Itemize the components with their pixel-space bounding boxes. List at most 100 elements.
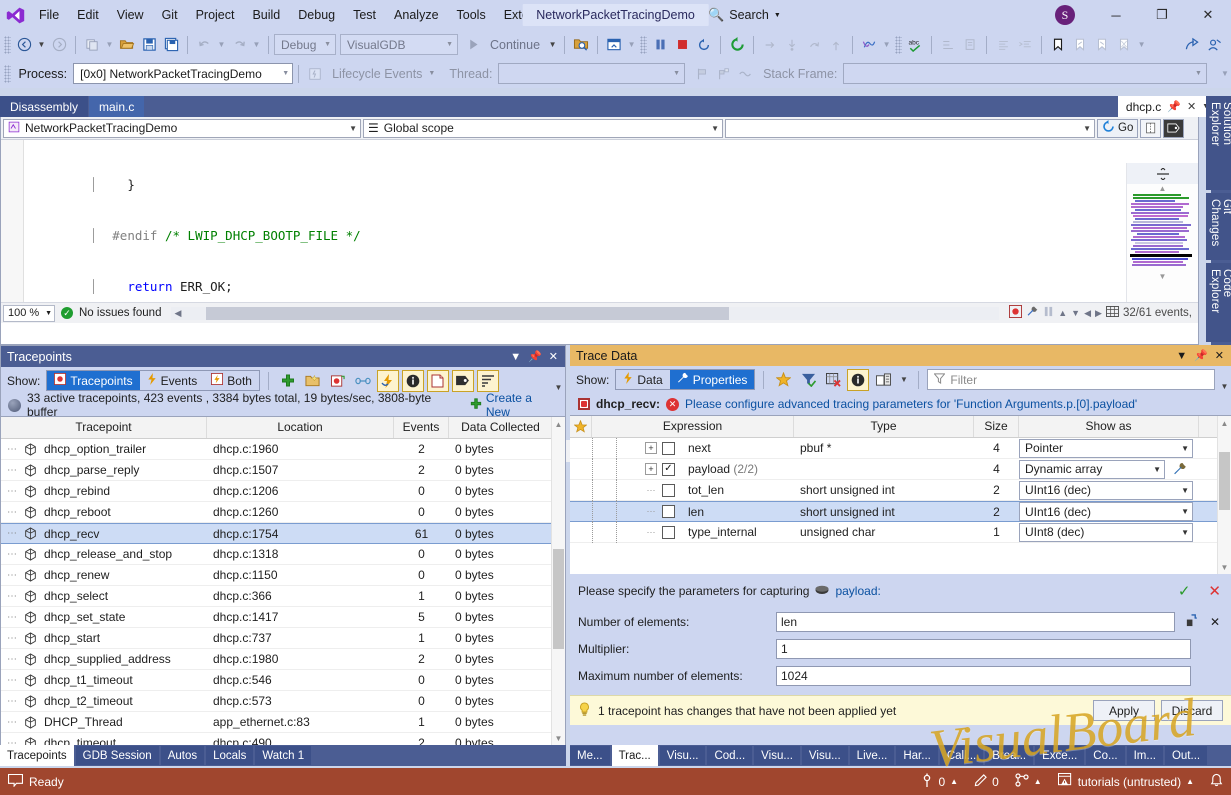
bottom-tab-cod[interactable]: Cod... [707,746,753,765]
bottom-tab-visu[interactable]: Visu... [659,746,706,765]
break-all-icon[interactable] [649,34,671,56]
branch-selector[interactable]: ▲ [1015,773,1042,790]
dock-tab-code-explorer[interactable]: Code Explorer [1206,262,1231,342]
align-left-icon[interactable] [992,34,1014,56]
undo-dropdown-icon[interactable]: ▼ [215,40,228,49]
bottom-tab-visu[interactable]: Visu... [754,746,800,765]
column-header-size[interactable]: Size [974,416,1019,437]
clear-field-icon[interactable]: ✕ [1207,615,1223,629]
navigate-back-button[interactable] [13,34,35,56]
bottom-tab-brea[interactable]: Brea... [985,746,1034,765]
member-scope-dropdown[interactable]: ☰ Global scope ▼ [363,118,723,138]
clear-bookmarks-icon[interactable] [1113,34,1135,56]
comment-dropdown-icon[interactable]: ▼ [880,40,893,49]
close-icon[interactable]: ✕ [1215,349,1224,362]
column-header-data-collected[interactable]: Data Collected [449,417,553,438]
lifecycle-events-label[interactable]: Lifecycle Events [326,67,428,81]
menu-edit[interactable]: Edit [68,0,108,30]
trace-info-icon[interactable] [847,368,870,391]
segment-both[interactable]: Both [204,371,259,390]
toolbar-overflow-icon[interactable]: ▼ [1218,382,1231,393]
tracepoint-label-icon[interactable] [451,369,474,392]
toolbar-grip-2[interactable] [640,35,648,54]
table-row[interactable]: ⋯ dhcp_renew dhcp.c:1150 0 0 bytes [1,565,565,586]
step-over-icon[interactable] [759,34,781,56]
bottom-tab-call[interactable]: Call... [939,746,984,765]
search-button[interactable]: 🔍 Search ▼ [700,4,789,26]
tracepoint-active-icon[interactable] [1009,305,1023,321]
bottom-tab-exce[interactable]: Exce... [1035,746,1085,765]
pin-icon[interactable]: 📌 [1194,349,1208,362]
pause-trace-icon[interactable] [1043,306,1054,320]
trace-data-scrollbar[interactable]: ▲ ▼ [1217,416,1231,574]
project-scope-dropdown[interactable]: NetworkPacketTracingDemo ▼ [3,118,361,138]
doc-tab-main-c[interactable]: main.c [89,96,145,117]
bottom-tab-me[interactable]: Me... [570,746,610,765]
thread-combo[interactable]: ▼ [498,63,686,84]
lifecycle-events-icon[interactable] [304,63,326,85]
trace-grid-icon[interactable] [1106,306,1119,320]
trace-filter-input[interactable]: Filter [927,369,1215,390]
bottom-tab-live[interactable]: Live... [849,746,895,765]
scroll-down-icon[interactable]: ▼ [1218,560,1231,574]
close-button[interactable]: ✕ [1185,0,1231,30]
column-header-expression[interactable]: Expression [592,416,794,437]
lifecycle-dropdown-icon[interactable]: ▼ [428,70,435,77]
add-tracepoint-icon[interactable] [277,370,299,392]
insert-expression-icon[interactable] [1183,613,1199,630]
share-icon[interactable] [1181,34,1203,56]
close-icon[interactable]: ✕ [549,350,558,363]
navigate-back-dropdown-icon[interactable]: ▼ [35,40,48,49]
overflow-icon[interactable]: ▼ [1219,69,1231,78]
notifications-button[interactable] [1210,773,1223,791]
table-row[interactable]: ⋯ dhcp_start dhcp.c:737 1 0 bytes [1,628,565,649]
table-row[interactable]: + ✓ payload (2/2) 4 Dynamic array ▼ [570,458,1231,480]
menu-project[interactable]: Project [187,0,244,30]
bottom-tab-tracepoints[interactable]: Tracepoints [0,745,74,766]
bottom-tab-gdb-session[interactable]: GDB Session [75,746,159,765]
column-header-location[interactable]: Location [207,417,394,438]
trace-columns-dropdown-icon[interactable]: ▼ [897,375,910,384]
undo-icon[interactable] [193,34,215,56]
column-header-type[interactable]: Type [794,416,974,437]
configure-trace-icon[interactable] [1026,305,1039,321]
trace-next-icon[interactable]: ▶ [1095,308,1102,319]
bottom-tab-har[interactable]: Har... [896,746,938,765]
menu-analyze[interactable]: Analyze [385,0,447,30]
code-surface[interactable]: │ } │ #endif /* LWIP_DHCP_BOOTP_FILE */ … [1,140,1198,323]
trace-error-message[interactable]: Please configure advanced tracing parame… [685,397,1137,411]
minimize-button[interactable]: ─ [1093,0,1139,30]
show-as-dropdown[interactable]: Dynamic array ▼ [1019,459,1165,479]
toolbar-grip-3[interactable] [895,35,903,54]
process-combo[interactable]: [0x0] NetworkPacketTracingDemo ▼ [73,63,294,84]
bottom-tab-trac[interactable]: Trac... [611,745,658,766]
flag-icon[interactable] [691,63,713,85]
trace-prev-icon[interactable]: ◀ [1084,308,1091,319]
trace-data-grid[interactable]: Expression Type Size Show as + next pbuf *… [570,415,1231,574]
go-button[interactable]: Go [1097,118,1139,138]
step-out-icon[interactable] [803,34,825,56]
bookmark-dropdown-icon[interactable]: ▼ [1135,40,1148,49]
table-row[interactable]: ⋯ dhcp_parse_reply dhcp.c:1507 2 0 bytes [1,460,565,481]
tracepoints-grid[interactable]: Tracepoint Location Events Data Collecte… [1,416,565,754]
toolbar-grip[interactable] [4,35,11,54]
column-header-events[interactable]: Events [394,417,449,438]
bookmark-icon[interactable] [1047,34,1069,56]
pending-edits[interactable]: 0 [974,773,999,790]
segment-tracepoints[interactable]: Tracepoints [47,371,140,390]
accept-icon[interactable]: ✓ [1178,582,1191,600]
source-control-changes[interactable]: 0 ▲ [921,773,958,791]
table-row[interactable]: + next pbuf * 4 Pointer ▼ [570,437,1231,459]
new-project-dropdown-icon[interactable]: ▼ [103,40,116,49]
show-as-dropdown[interactable]: Pointer ▼ [1019,438,1193,458]
table-row[interactable]: ⋯ dhcp_release_and_stop dhcp.c:1318 0 0 byte… [1,544,565,565]
filter-apply-icon[interactable] [797,369,819,391]
redo-icon[interactable] [228,34,250,56]
table-row[interactable]: ⋯ type_internal unsigned char 1 UInt8 (dec) ▼ [570,521,1231,543]
bottom-tab-co[interactable]: Co... [1086,746,1125,765]
cancel-icon[interactable]: ✕ [1208,582,1221,600]
save-all-icon[interactable] [160,34,182,56]
continue-button[interactable]: Continue [484,38,546,52]
doc-tab-disassembly[interactable]: Disassembly [0,96,89,117]
clear-filter-icon[interactable] [822,369,844,391]
